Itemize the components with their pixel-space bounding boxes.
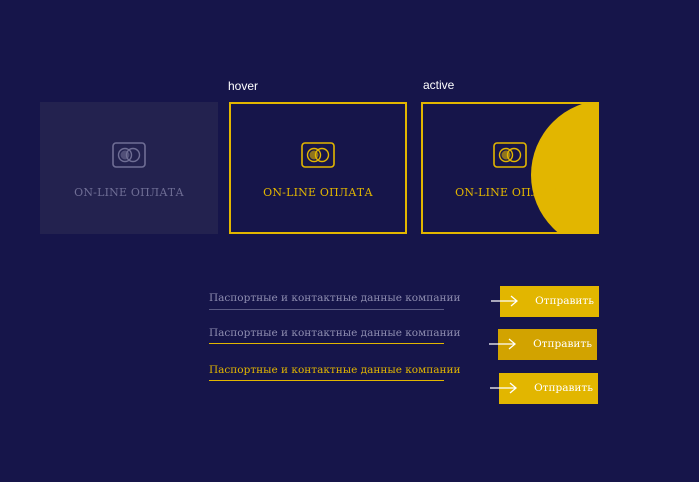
active-ripple-shape <box>531 104 597 232</box>
hover-state-label: hover <box>228 79 259 93</box>
online-payment-card-active[interactable]: ON-LINE ОПЛАТА <box>421 102 599 234</box>
online-payment-label: ON-LINE ОПЛАТА <box>263 186 373 199</box>
submit-button-label: Отправить <box>535 295 594 307</box>
arrow-right-icon <box>491 295 519 307</box>
submit-button-label: Отправить <box>533 338 592 350</box>
company-data-field-default[interactable]: Паспортные и контактные данные компании <box>209 292 461 304</box>
active-state-label: active <box>423 78 455 92</box>
arrow-right-icon <box>490 382 518 394</box>
company-data-field-active[interactable]: Паспортные и контактные данные компании <box>209 364 461 376</box>
card-circles-icon <box>493 142 527 168</box>
company-data-field-hover[interactable]: Паспортные и контактные данные компании <box>209 327 461 339</box>
submit-button-default[interactable]: Отправить <box>491 286 599 317</box>
field-underline <box>209 309 444 310</box>
submit-button-active[interactable]: Отправить <box>490 373 598 404</box>
online-payment-card-default[interactable]: ON-LINE ОПЛАТА <box>40 102 218 234</box>
field-underline <box>209 380 444 381</box>
card-circles-icon <box>301 142 335 168</box>
online-payment-label: ON-LINE ОПЛАТА <box>455 186 565 199</box>
submit-button-label: Отправить <box>534 382 593 394</box>
arrow-right-icon <box>489 338 517 350</box>
online-payment-label: ON-LINE ОПЛАТА <box>74 186 184 199</box>
field-underline <box>209 343 444 344</box>
online-payment-card-hover[interactable]: ON-LINE ОПЛАТА <box>229 102 407 234</box>
card-circles-icon <box>112 142 146 168</box>
submit-button-hover[interactable]: Отправить <box>489 329 597 360</box>
